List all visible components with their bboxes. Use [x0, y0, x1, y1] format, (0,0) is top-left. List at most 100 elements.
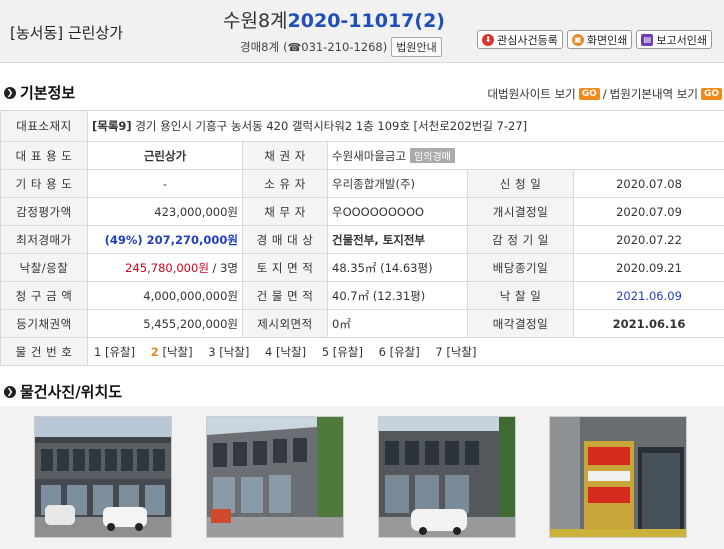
history-status: [낙찰] — [446, 344, 477, 359]
table-row: 기 타 용 도 - 소 유 자 우리종합개발(주) 신 청 일 2020.07.… — [0, 169, 724, 198]
header-actions: ⬇ 관심사건등록 ▣ 화면인쇄 ▤ 보고서인쇄 — [477, 30, 712, 49]
address-label: 대표소재지 — [0, 110, 88, 142]
building-photo-image — [207, 417, 343, 537]
owner-value: 우리종합개발(주) — [327, 169, 468, 198]
bid-count: / 3명 — [208, 260, 238, 275]
history-num: 3 — [208, 344, 216, 359]
case-contact: 경매8계 (☎031-210-1268) 법원안내 — [240, 37, 442, 57]
address-text: 경기 용인시 기흥구 농서동 420 갤럭시타워2 1층 109호 [서천로20… — [131, 119, 528, 133]
basic-info-title: ❯ 기본정보 — [4, 82, 75, 103]
history-item-3[interactable]: 3 [낙찰] — [208, 344, 249, 360]
win-date-value: 2021.06.09 — [573, 281, 724, 310]
table-row: 청 구 금 액 4,000,000,000원 건 물 면 적 40.7㎡ (12… — [0, 281, 724, 310]
registered-claim-label: 등기채권액 — [0, 309, 88, 338]
basic-info-table: 대표소재지 [목록9] 경기 용인시 기흥구 농서동 420 갤럭시타워2 1층… — [0, 110, 724, 366]
print-report-button[interactable]: ▤ 보고서인쇄 — [636, 30, 712, 49]
report-icon: ▤ — [641, 33, 654, 46]
court-basic-go-button[interactable]: GO — [700, 88, 722, 100]
table-row: 대 표 용 도 근린상가 채 권 자 수원새마을금고 임의경매 — [0, 141, 724, 170]
land-area-label: 토 지 면 적 — [242, 253, 328, 282]
debtor-value: 우OOOOOOOOO — [327, 197, 468, 226]
table-row: 등기채권액 5,455,200,000원 제시외면적 0㎡ 매각결정일 2021… — [0, 309, 724, 338]
bid-label: 낙찰/응찰 — [0, 253, 88, 282]
property-photo-3[interactable] — [378, 416, 516, 538]
property-photo-4[interactable] — [549, 416, 687, 538]
item-history: 1 [유찰] 2 [낙찰] 3 [낙찰] 4 [낙찰] 5 [유찰] 6 [유찰… — [87, 337, 724, 366]
supreme-court-go-button[interactable]: GO — [578, 88, 600, 100]
min-price-label: 최저경매가 — [0, 225, 88, 254]
history-num: 4 — [265, 344, 273, 359]
court-info-button[interactable]: 법원안내 — [391, 37, 442, 57]
print-report-label: 보고서인쇄 — [656, 33, 707, 47]
start-date-value: 2020.07.09 — [573, 197, 724, 226]
creditor-cell: 수원새마을금고 임의경매 — [327, 141, 724, 170]
excluded-area-label: 제시외면적 — [242, 309, 328, 338]
supreme-court-link[interactable]: 대법원사이트 보기 — [487, 86, 575, 102]
sale-decision-label: 매각결정일 — [467, 309, 574, 338]
link-separator: / — [602, 87, 607, 101]
watch-case-button[interactable]: ⬇ 관심사건등록 — [477, 30, 563, 49]
print-screen-button[interactable]: ▣ 화면인쇄 — [566, 30, 633, 49]
print-screen-label: 화면인쇄 — [586, 33, 628, 47]
appraisal-date-value: 2020.07.22 — [573, 225, 724, 254]
court-basic-link[interactable]: 법원기본내역 보기 — [610, 86, 698, 102]
debtor-label: 채 무 자 — [242, 197, 328, 226]
claim-value: 4,000,000,000원 — [87, 281, 243, 310]
history-item-2[interactable]: 2 [낙찰] — [151, 344, 193, 360]
bid-cell: 245,780,000원 / 3명 — [87, 253, 243, 282]
creditor-label: 채 권 자 — [242, 141, 328, 170]
history-num: 6 — [378, 344, 386, 359]
item-number-label: 물 건 번 호 — [0, 337, 88, 366]
target-value: 건물전부, 토지전부 — [327, 225, 468, 254]
bid-value: 245,780,000원 — [125, 260, 209, 275]
apply-date-value: 2020.07.08 — [573, 169, 724, 198]
chevron-right-icon: ❯ — [4, 86, 16, 99]
history-status: [낙찰] — [162, 344, 193, 359]
download-icon: ⬇ — [482, 33, 495, 46]
other-use-value: - — [87, 169, 243, 198]
photos-title: ❯ 물건사진/위치도 — [4, 381, 122, 402]
phone-icon: ☎ — [287, 41, 302, 54]
sale-decision-value: 2021.06.16 — [573, 309, 724, 338]
history-num: 7 — [435, 344, 443, 359]
building-area-label: 건 물 면 적 — [242, 281, 328, 310]
dividend-date-label: 배당종기일 — [467, 253, 574, 282]
history-status: [유찰] — [104, 344, 136, 359]
phone-number: 031-210-1268 — [301, 40, 383, 54]
property-photo-1[interactable] — [34, 416, 172, 538]
printer-icon: ▣ — [571, 33, 584, 46]
history-status: [낙찰] — [276, 344, 307, 359]
history-item-5[interactable]: 5 [유찰] — [322, 344, 363, 360]
external-links: 대법원사이트 보기 GO / 법원기본내역 보기 GO — [487, 86, 722, 102]
chevron-right-icon: ❯ — [4, 385, 16, 398]
history-num: 2 — [150, 344, 159, 359]
table-row: 최저경매가 (49%) 207,270,000원 경 매 대 상 건물전부, 토… — [0, 225, 724, 254]
building-area-value: 40.7㎡ (12.31평) — [327, 281, 468, 310]
appraisal-label: 감정평가액 — [0, 197, 88, 226]
claim-label: 청 구 금 액 — [0, 281, 88, 310]
land-area-value: 48.35㎡ (14.63평) — [327, 253, 468, 282]
history-item-7[interactable]: 7 [낙찰] — [435, 344, 476, 360]
min-price-value: (49%) 207,270,000원 — [87, 225, 243, 254]
appraisal-value: 423,000,000원 — [87, 197, 243, 226]
owner-label: 소 유 자 — [242, 169, 328, 198]
history-num: 5 — [321, 344, 330, 359]
case-title: 수원8계2020-11017(2) — [223, 6, 445, 33]
photos-label: 물건사진/위치도 — [20, 383, 123, 401]
table-row: 물 건 번 호 1 [유찰] 2 [낙찰] 3 [낙찰] 4 [낙찰] 5 [유… — [0, 337, 724, 366]
creditor-value: 수원새마을금고 — [332, 148, 407, 163]
building-photo-image — [35, 417, 171, 537]
property-photo-2[interactable] — [206, 416, 344, 538]
use-label: 대 표 용 도 — [0, 141, 88, 170]
excluded-area-value: 0㎡ — [327, 309, 468, 338]
table-row: 감정평가액 423,000,000원 채 무 자 우OOOOOOOOO 개시결정… — [0, 197, 724, 226]
history-item-1[interactable]: 1 [유찰] — [94, 344, 135, 360]
start-date-label: 개시결정일 — [467, 197, 574, 226]
other-use-label: 기 타 용 도 — [0, 169, 88, 198]
address-value: [목록9] 경기 용인시 기흥구 농서동 420 갤럭시타워2 1층 109호 … — [87, 110, 724, 142]
table-row: 대표소재지 [목록9] 경기 용인시 기흥구 농서동 420 갤럭시타워2 1층… — [0, 110, 724, 142]
history-item-6[interactable]: 6 [유찰] — [379, 344, 420, 360]
appraisal-date-label: 감 정 기 일 — [467, 225, 574, 254]
history-item-4[interactable]: 4 [낙찰] — [265, 344, 306, 360]
court-name: 수원8계 — [223, 10, 288, 32]
